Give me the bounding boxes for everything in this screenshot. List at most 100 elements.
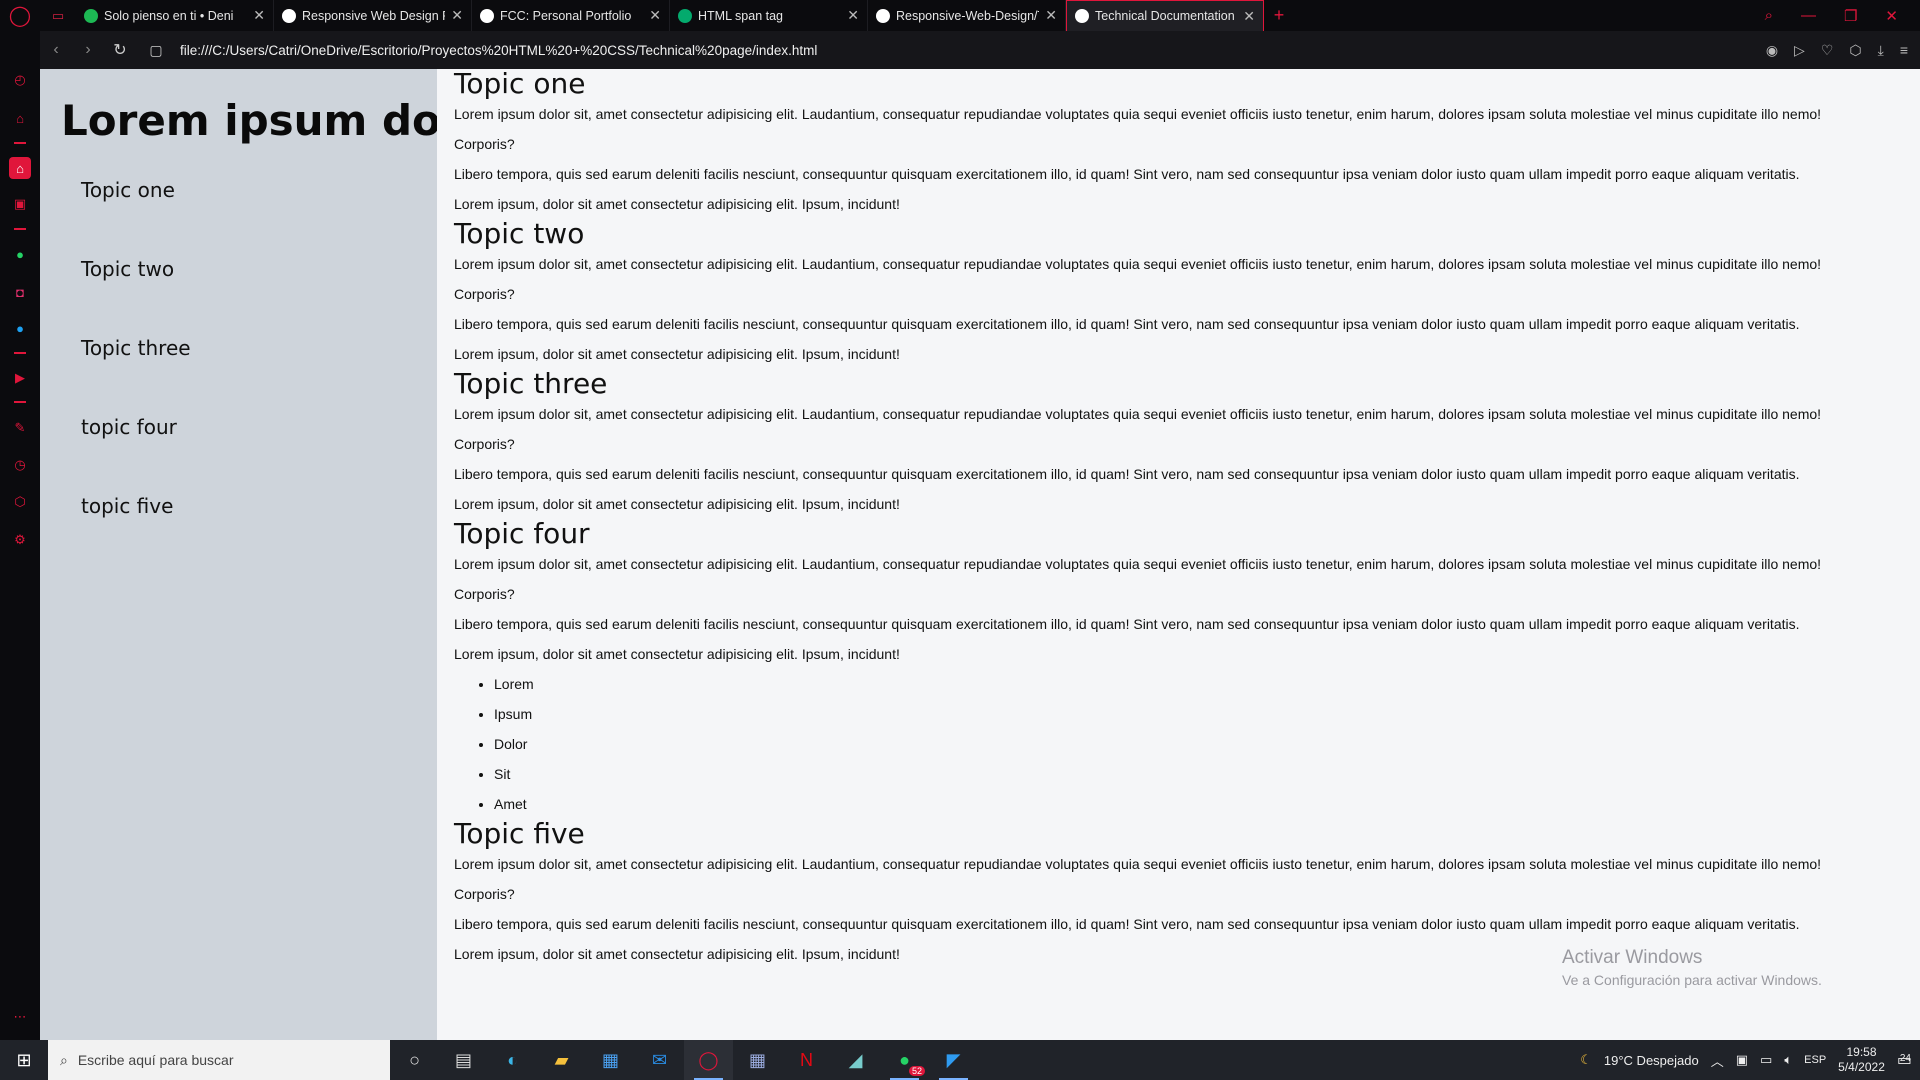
downloads-icon[interactable]: ⤓ (1878, 42, 1884, 59)
notes-icon[interactable]: ◢ (831, 1040, 880, 1080)
list-item: Dolor (494, 729, 1914, 759)
history-icon[interactable]: ◷ (9, 454, 31, 476)
main-section: Topic four Lorem ipsum dolor sit, amet co… (454, 519, 1914, 819)
restore-button[interactable]: ❐ (1844, 7, 1857, 25)
file-explorer-icon[interactable]: ▰ (537, 1040, 586, 1080)
browser-tab-bar: ◯ ▭ Solo pienso en ti • Deni ✕ Responsive … (0, 0, 1920, 31)
opera-logo-icon[interactable]: ◯ (0, 0, 40, 31)
search-tabs-icon[interactable]: ⌕ (1765, 7, 1773, 24)
new-tab-button[interactable]: + (1264, 0, 1294, 31)
tab-title: Responsive-Web-Design/Te (896, 8, 1040, 23)
list-item: Lorem (494, 669, 1914, 699)
section-title: Topic one (454, 69, 586, 100)
forward-button[interactable]: › (72, 41, 104, 59)
send-icon[interactable]: ▷ (1794, 42, 1805, 59)
menu-icon[interactable]: ≡ (1900, 42, 1908, 59)
browser-tab[interactable]: Responsive Web Design Pr ✕ (274, 0, 472, 31)
close-tab-icon[interactable]: ✕ (649, 7, 661, 24)
instagram-icon[interactable]: ◘ (9, 281, 31, 303)
clock[interactable]: 19:58 5/4/2022 (1838, 1045, 1885, 1075)
briefcase-icon[interactable]: ▣ (9, 193, 31, 215)
back-button[interactable]: ‹ (40, 41, 72, 59)
close-tab-icon[interactable]: ✕ (1243, 8, 1255, 25)
main-section: Topic two Lorem ipsum dolor sit, amet con… (454, 219, 1914, 369)
section-list: LoremIpsumDolorSitAmet (454, 669, 1914, 819)
settings-gear-icon[interactable]: ⚙ (9, 529, 31, 551)
browser-tab[interactable]: HTML span tag ✕ (670, 0, 868, 31)
tab-title: Technical Documentation p (1095, 9, 1238, 23)
section-paragraph: Libero tempora, quis sed earum deleniti … (454, 316, 1800, 332)
section-paragraph: Libero tempora, quis sed earum deleniti … (454, 616, 1800, 632)
nav-link[interactable]: topic five (40, 494, 437, 573)
mail-icon[interactable]: ✉ (635, 1040, 684, 1080)
cube-icon[interactable]: ⬡ (9, 491, 31, 513)
more-icon[interactable]: ⋯ (9, 1006, 31, 1028)
reload-button[interactable]: ↻ (104, 40, 136, 60)
close-tab-icon[interactable]: ✕ (847, 7, 859, 24)
store-icon[interactable]: ▦ (586, 1040, 635, 1080)
calculator-icon[interactable]: ▦ (733, 1040, 782, 1080)
file-icon: ▢ (149, 41, 163, 58)
notification-count: 24 (1899, 1053, 1911, 1064)
language-indicator[interactable]: ESP (1804, 1054, 1826, 1066)
browser-tab[interactable]: Responsive-Web-Design/Te ✕ (868, 0, 1066, 31)
close-tab-icon[interactable]: ✕ (253, 7, 265, 24)
snapshot-icon[interactable]: ◉ (1766, 42, 1778, 59)
weather-text[interactable]: 19°C Despejado (1604, 1053, 1699, 1068)
url-field[interactable]: file:///C:/Users/Catri/OneDrive/Escritor… (176, 43, 1766, 58)
windows-start-icon[interactable]: ⊞ (0, 1040, 48, 1080)
shopping-icon[interactable]: ⌂ (9, 107, 31, 129)
minimize-button[interactable]: — (1801, 7, 1816, 24)
notification-center[interactable]: ▭ 24 (1897, 1050, 1912, 1070)
camera-icon[interactable]: ▣ (1736, 1052, 1748, 1068)
watermark-title: Activar Windows (1562, 947, 1703, 968)
edge-icon[interactable]: ◐ (488, 1040, 537, 1080)
speed-dial-icon[interactable]: ◴ (9, 69, 31, 91)
nav-link[interactable]: Topic one (40, 178, 437, 257)
section-paragraph: Lorem ipsum, dolor sit amet consectetur … (454, 196, 900, 212)
netflix-icon[interactable]: N (782, 1040, 831, 1080)
section-paragraph: Lorem ipsum dolor sit, amet consectetur … (454, 256, 1822, 272)
opera-taskbar-icon[interactable]: ◯ (684, 1040, 733, 1080)
nav-link[interactable]: Topic two (40, 257, 437, 336)
network-icon[interactable]: ▭ (1760, 1052, 1772, 1068)
vscode-icon[interactable]: ◤ (929, 1040, 978, 1080)
extensions-icon[interactable]: ⬡ (1849, 42, 1861, 59)
nav-link[interactable]: topic four (40, 415, 437, 494)
heart-icon[interactable]: ♡ (1821, 42, 1834, 59)
search-placeholder: Escribe aquí para buscar (77, 1052, 234, 1068)
address-bar: ‹ › ↻ ▢ file:///C:/Users/Catri/OneDrive/… (40, 31, 1920, 69)
tab-title: Responsive Web Design Pr (302, 8, 446, 23)
nav-link[interactable]: Topic three (40, 336, 437, 415)
section-title: Topic three (454, 367, 608, 400)
section-paragraph: Corporis? (454, 436, 515, 452)
gamepad-icon[interactable]: ▭ (40, 0, 76, 31)
section-title: Topic four (454, 517, 590, 550)
tray-expand-icon[interactable]: ︿ (1711, 1051, 1724, 1070)
player-icon[interactable]: ▶ (9, 367, 31, 389)
browser-tab[interactable]: Technical Documentation p ✕ (1066, 0, 1264, 31)
cortana-icon[interactable]: ○ (390, 1040, 439, 1080)
whatsapp-icon[interactable]: ● (9, 243, 31, 265)
browser-tab[interactable]: FCC: Personal Portfolio ✕ (472, 0, 670, 31)
browser-tab[interactable]: Solo pienso en ti • Deni ✕ (76, 0, 274, 31)
section-paragraph: Corporis? (454, 586, 515, 602)
close-tab-icon[interactable]: ✕ (1045, 7, 1057, 24)
twitter-icon[interactable]: ● (9, 317, 31, 339)
whatsapp-taskbar-icon[interactable]: ● 52 (880, 1040, 929, 1080)
section-paragraph: Libero tempora, quis sed earum deleniti … (454, 466, 1800, 482)
list-item: Ipsum (494, 699, 1914, 729)
task-view-icon[interactable]: ▤ (439, 1040, 488, 1080)
pinboard-icon[interactable]: ✎ (9, 417, 31, 439)
main-content: Topic one Lorem ipsum dolor sit, amet con… (454, 69, 1914, 969)
section-paragraph: Corporis? (454, 886, 515, 902)
close-window-button[interactable]: ✕ (1885, 7, 1898, 25)
home-icon[interactable]: ⌂ (9, 157, 31, 179)
opera-sidebar: ◴ ⌂ ⌂ ▣ ● ◘ ● ▶ ✎ ◷ ⬡ ⚙ ⋯ (0, 31, 40, 1040)
github-icon (876, 8, 890, 23)
taskbar-search-box[interactable]: ⌕ Escribe aquí para buscar (48, 1040, 390, 1080)
volume-icon[interactable]: 🔈︎ (1784, 1052, 1792, 1068)
section-paragraph: Libero tempora, quis sed earum deleniti … (454, 916, 1800, 932)
watermark-subtitle: Ve a Configuración para activar Windows. (1562, 972, 1822, 988)
close-tab-icon[interactable]: ✕ (451, 7, 463, 24)
